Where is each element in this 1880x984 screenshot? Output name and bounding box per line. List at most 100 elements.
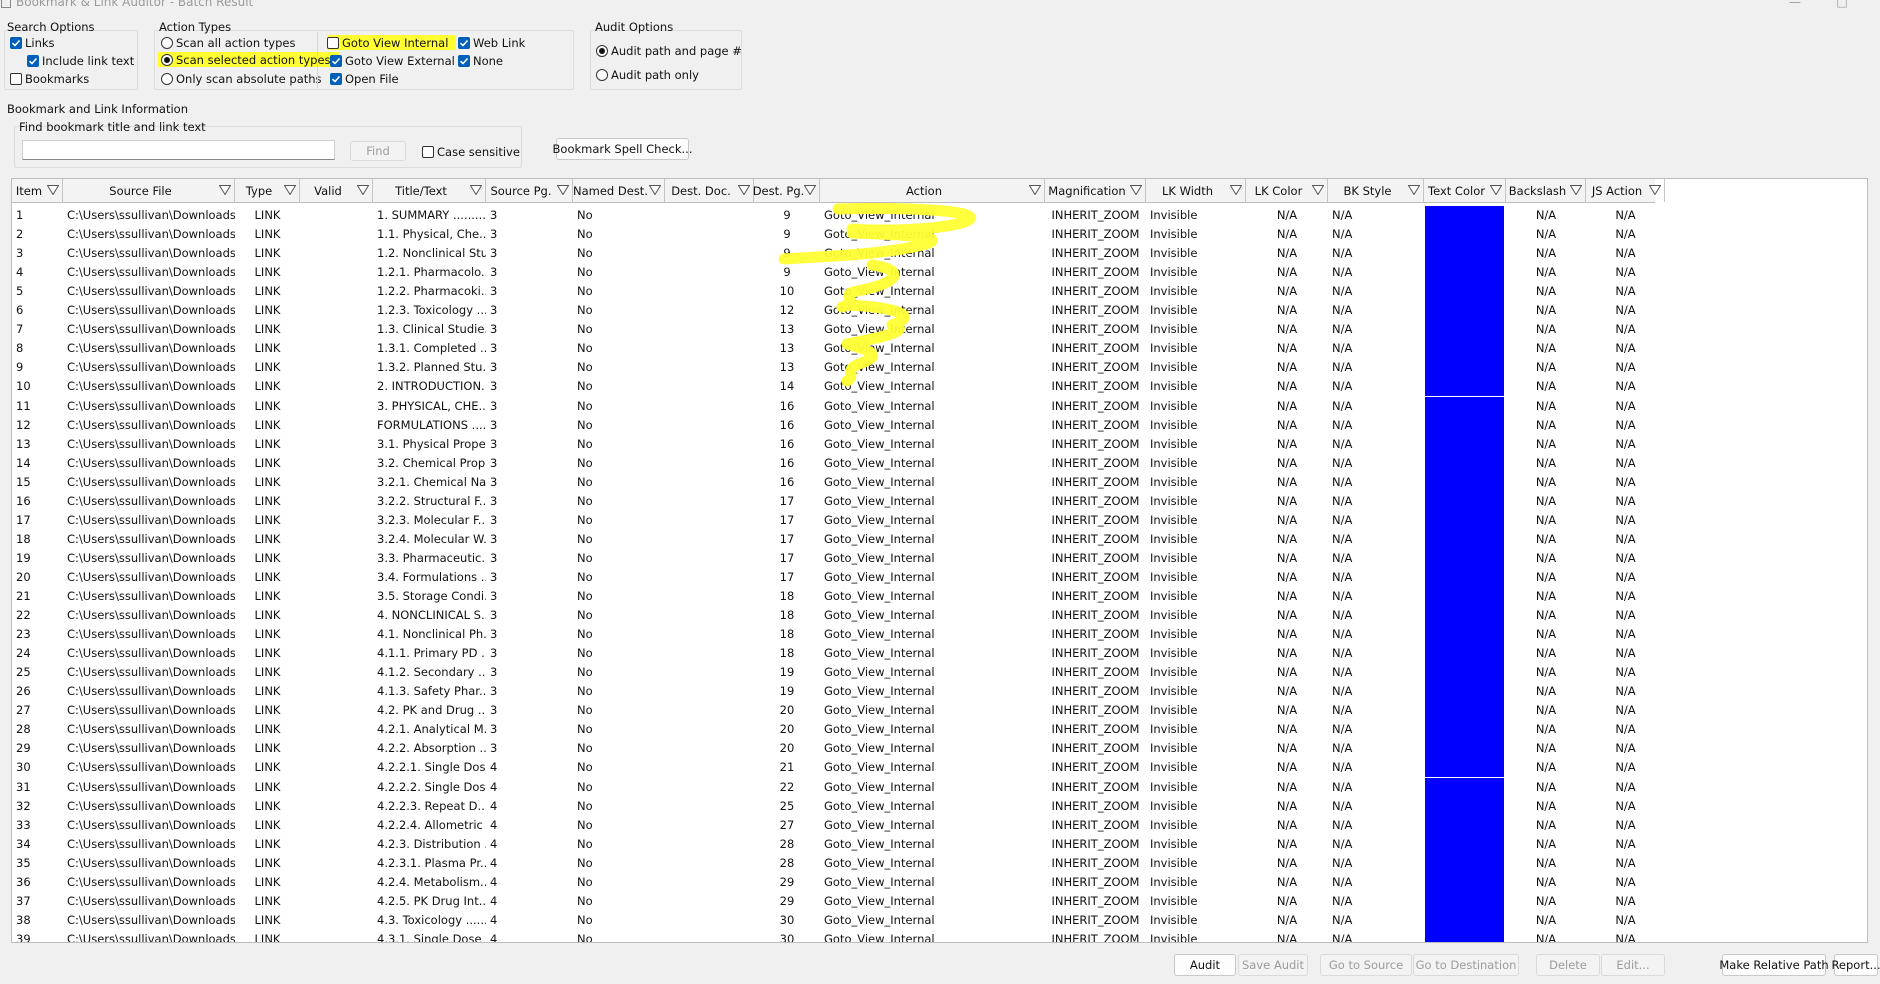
save-audit-button[interactable]: Save Audit [1238, 954, 1308, 976]
table-row[interactable]: 23 C:\Users\ssullivan\Downloads... LINK 4.1… [12, 625, 1655, 645]
column-header-item[interactable]: Item [12, 179, 63, 202]
open-file-checkbox[interactable]: Open File [330, 71, 399, 86]
none-checkbox[interactable]: None [458, 53, 503, 68]
scan-selected-radio[interactable]: Scan selected action types [158, 52, 339, 67]
column-header-valid[interactable]: Valid [300, 179, 373, 202]
table-row[interactable]: 6 C:\Users\ssullivan\Downloads... LINK 1.2.… [12, 301, 1655, 321]
table-row[interactable]: 18 C:\Users\ssullivan\Downloads... LINK 3.2… [12, 529, 1655, 549]
column-header-title-text[interactable]: Title/Text [373, 179, 486, 202]
links-checkbox[interactable]: Links [10, 35, 55, 50]
table-row[interactable]: 10 C:\Users\ssullivan\Downloads... LINK 2. … [12, 377, 1655, 397]
filter-icon[interactable] [1130, 185, 1142, 195]
table-row[interactable]: 26 C:\Users\ssullivan\Downloads... LINK 4.1… [12, 682, 1655, 702]
filter-icon[interactable] [804, 185, 816, 195]
audit-path-and-page-radio[interactable]: Audit path and page # [596, 43, 742, 58]
table-row[interactable]: 39 C:\Users\ssullivan\Downloads... LINK 4.3… [12, 929, 1655, 942]
report-button[interactable]: Report... [1831, 954, 1880, 976]
table-row[interactable]: 22 C:\Users\ssullivan\Downloads... LINK 4. … [12, 606, 1655, 626]
column-header-dest-pg[interactable]: Dest. Pg. [753, 179, 820, 202]
filter-icon[interactable] [649, 185, 661, 195]
table-row[interactable]: 25 C:\Users\ssullivan\Downloads... LINK 4.1… [12, 663, 1655, 683]
edit-button[interactable]: Edit... [1601, 954, 1665, 976]
web-link-checkbox[interactable]: Web Link [458, 35, 525, 50]
column-header-action[interactable]: Action [820, 179, 1045, 202]
filter-icon[interactable] [1408, 185, 1420, 195]
table-row[interactable]: 2 C:\Users\ssullivan\Downloads... LINK 1.1.… [12, 225, 1655, 245]
table-row[interactable]: 37 C:\Users\ssullivan\Downloads... LINK 4.2… [12, 891, 1655, 911]
table-row[interactable]: 3 C:\Users\ssullivan\Downloads... LINK 1.2.… [12, 244, 1655, 264]
column-header-lk-width[interactable]: LK Width [1146, 179, 1246, 202]
table-row[interactable]: 1 C:\Users\ssullivan\Downloads... LINK 1. S… [12, 206, 1655, 225]
table-row[interactable]: 16 C:\Users\ssullivan\Downloads... LINK 3.2… [12, 491, 1655, 511]
table-row[interactable]: 20 C:\Users\ssullivan\Downloads... LINK 3.4… [12, 567, 1655, 587]
filter-icon[interactable] [1230, 185, 1242, 195]
table-row[interactable]: 34 C:\Users\ssullivan\Downloads... LINK 4.2… [12, 834, 1655, 854]
table-row[interactable]: 5 C:\Users\ssullivan\Downloads... LINK 1.2.… [12, 282, 1655, 302]
table-row[interactable]: 13 C:\Users\ssullivan\Downloads... LINK 3.1… [12, 434, 1655, 454]
table-row[interactable]: 14 C:\Users\ssullivan\Downloads... LINK 3.2… [12, 453, 1655, 473]
table-row[interactable]: 32 C:\Users\ssullivan\Downloads... LINK 4.2… [12, 796, 1655, 816]
case-sensitive-checkbox[interactable]: Case sensitive [422, 144, 520, 159]
table-row[interactable]: 12 C:\Users\ssullivan\Downloads... LINK FOR… [12, 415, 1655, 435]
filter-icon[interactable] [1490, 185, 1502, 195]
table-row[interactable]: 30 C:\Users\ssullivan\Downloads... LINK 4.2… [12, 758, 1655, 778]
minimize-icon[interactable]: — [1785, 0, 1805, 9]
column-header-lk-color[interactable]: LK Color [1246, 179, 1328, 202]
go-to-source-button[interactable]: Go to Source [1320, 954, 1412, 976]
column-header-dest-doc[interactable]: Dest. Doc. [665, 179, 754, 202]
filter-icon[interactable] [357, 185, 369, 195]
table-row[interactable]: 33 C:\Users\ssullivan\Downloads... LINK 4.2… [12, 815, 1655, 835]
filter-icon[interactable] [738, 185, 750, 195]
table-row[interactable]: 8 C:\Users\ssullivan\Downloads... LINK 1.3.… [12, 339, 1655, 359]
table-row[interactable]: 35 C:\Users\ssullivan\Downloads... LINK 4.2… [12, 853, 1655, 873]
find-button[interactable]: Find [350, 141, 406, 161]
audit-path-only-radio[interactable]: Audit path only [596, 67, 699, 82]
scan-all-radio[interactable]: Scan all action types [161, 35, 295, 50]
table-row[interactable]: 11 C:\Users\ssullivan\Downloads... LINK 3. … [12, 396, 1655, 416]
filter-icon[interactable] [1312, 185, 1324, 195]
column-header-bk-style[interactable]: BK Style [1328, 179, 1424, 202]
column-header-magnification[interactable]: Magnification [1045, 179, 1146, 202]
filter-icon[interactable] [284, 185, 296, 195]
table-row[interactable]: 31 C:\Users\ssullivan\Downloads... LINK 4.2… [12, 777, 1655, 797]
maximize-icon[interactable]: □ [1832, 0, 1852, 9]
table-row[interactable]: 17 C:\Users\ssullivan\Downloads... LINK 3.2… [12, 510, 1655, 530]
go-to-destination-button[interactable]: Go to Destination [1413, 954, 1519, 976]
results-table[interactable]: Item Source File Type Valid Title/Text Source… [11, 178, 1868, 943]
find-input[interactable] [22, 140, 335, 160]
column-header-source-file[interactable]: Source File [63, 179, 235, 202]
filter-icon[interactable] [1570, 185, 1582, 195]
goto-view-external-checkbox[interactable]: Goto View External [330, 53, 455, 68]
table-row[interactable]: 21 C:\Users\ssullivan\Downloads... LINK 3.5… [12, 587, 1655, 606]
column-header-text-color[interactable]: Text Color [1424, 179, 1506, 202]
table-row[interactable]: 15 C:\Users\ssullivan\Downloads... LINK 3.2… [12, 472, 1655, 492]
bookmark-spell-check-button[interactable]: Bookmark Spell Check... [553, 138, 693, 160]
table-row[interactable]: 24 C:\Users\ssullivan\Downloads... LINK 4.1… [12, 644, 1655, 664]
column-header-named-dest[interactable]: Named Dest. [573, 179, 665, 202]
bookmarks-checkbox[interactable]: Bookmarks [10, 71, 89, 86]
table-row[interactable]: 38 C:\Users\ssullivan\Downloads... LINK 4.3… [12, 910, 1655, 930]
table-row[interactable]: 19 C:\Users\ssullivan\Downloads... LINK 3.3… [12, 548, 1655, 568]
filter-icon[interactable] [557, 185, 569, 195]
audit-button[interactable]: Audit [1174, 954, 1236, 976]
column-header-type[interactable]: Type [235, 179, 300, 202]
include-link-text-checkbox[interactable]: Include link text [27, 53, 134, 68]
filter-icon[interactable] [1649, 185, 1661, 195]
goto-view-internal-checkbox[interactable]: Goto View Internal [327, 35, 457, 50]
make-relative-path-button[interactable]: Make Relative Path [1719, 954, 1829, 976]
filter-icon[interactable] [219, 185, 231, 195]
column-header-source-pg[interactable]: Source Pg. [486, 179, 573, 202]
table-row[interactable]: 4 C:\Users\ssullivan\Downloads... LINK 1.2.… [12, 263, 1655, 283]
absolute-paths-radio[interactable]: Only scan absolute paths [161, 71, 322, 86]
table-row[interactable]: 9 C:\Users\ssullivan\Downloads... LINK 1.3.… [12, 358, 1655, 378]
filter-icon[interactable] [470, 185, 482, 195]
delete-button[interactable]: Delete [1536, 954, 1600, 976]
column-header-js-action[interactable]: JS Action [1586, 179, 1665, 202]
table-row[interactable]: 27 C:\Users\ssullivan\Downloads... LINK 4.2… [12, 701, 1655, 721]
filter-icon[interactable] [1029, 185, 1041, 195]
table-row[interactable]: 29 C:\Users\ssullivan\Downloads... LINK 4.2… [12, 739, 1655, 759]
filter-icon[interactable] [47, 185, 59, 195]
column-header-backslash[interactable]: Backslash [1506, 179, 1586, 202]
table-row[interactable]: 28 C:\Users\ssullivan\Downloads... LINK 4.2… [12, 720, 1655, 740]
table-row[interactable]: 36 C:\Users\ssullivan\Downloads... LINK 4.2… [12, 872, 1655, 892]
